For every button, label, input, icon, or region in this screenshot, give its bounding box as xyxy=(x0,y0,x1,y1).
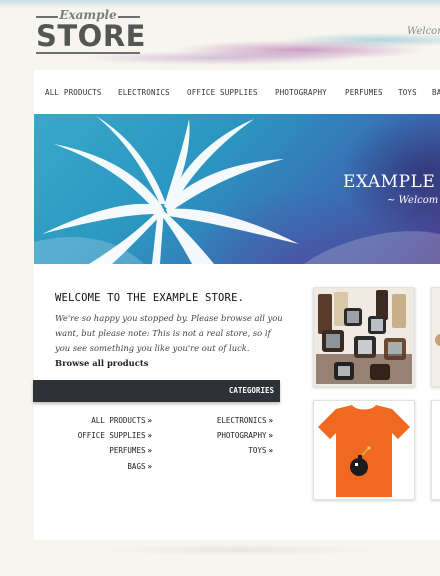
product-thumbnail-watches[interactable] xyxy=(313,287,415,387)
hero-subtitle: ~ Welcom xyxy=(387,195,439,206)
nav-item-toys[interactable]: TOYS xyxy=(398,88,417,97)
chevron-right-icon: » xyxy=(147,431,152,440)
nav-item-all-products[interactable]: ALL PRODUCTS xyxy=(45,88,102,97)
category-link-photography[interactable]: PHOTOGRAPHY» xyxy=(217,431,273,440)
intro-paragraph: We're so happy you stopped by. Please br… xyxy=(55,311,285,371)
footer-paint-decoration xyxy=(0,532,440,576)
main-navigation: ALL PRODUCTS ELECTRONICS OFFICE SUPPLIES… xyxy=(34,70,440,114)
category-label: BAGS xyxy=(127,462,146,471)
product-thumbnail-partial[interactable] xyxy=(431,287,440,387)
intro-text: We're so happy you stopped by. Please br… xyxy=(55,313,283,353)
nav-item-electronics[interactable]: ELECTRONICS xyxy=(118,88,170,97)
category-label: OFFICE SUPPLIES xyxy=(77,431,146,440)
chevron-right-icon: » xyxy=(147,416,152,425)
nav-item-bags[interactable]: BA xyxy=(432,88,440,97)
chevron-right-icon: » xyxy=(147,462,152,471)
category-link-toys[interactable]: TOYS» xyxy=(248,446,273,455)
category-link-bags[interactable]: BAGS» xyxy=(127,462,152,471)
browse-all-products-link[interactable]: Browse all products xyxy=(55,358,148,368)
category-label: PHOTOGRAPHY xyxy=(216,431,267,440)
tshirt-image xyxy=(314,401,414,499)
header-welcome-text: Welcom xyxy=(407,26,440,37)
category-label: ALL PRODUCTS xyxy=(91,416,146,425)
product-thumbnail-partial[interactable] xyxy=(431,400,440,500)
category-link-perfumes[interactable]: PERFUMES» xyxy=(109,446,152,455)
product-image xyxy=(432,288,440,386)
chevron-right-icon: » xyxy=(268,431,273,440)
product-thumbnail-tshirt[interactable] xyxy=(313,400,415,500)
logo-tagline: Example xyxy=(36,8,140,22)
hero-title: EXAMPLE S xyxy=(343,172,440,192)
category-label: TOYS xyxy=(248,446,267,455)
category-link-electronics[interactable]: ELECTRONICS» xyxy=(217,416,273,425)
nav-item-office-supplies[interactable]: OFFICE SUPPLIES xyxy=(187,88,258,97)
chevron-right-icon: » xyxy=(268,416,273,425)
store-logo[interactable]: Example STORE xyxy=(36,8,146,54)
nav-item-photography[interactable]: PHOTOGRAPHY xyxy=(275,88,327,97)
category-link-office-supplies[interactable]: OFFICE SUPPLIES» xyxy=(78,431,152,440)
nav-item-perfumes[interactable]: PERFUMES xyxy=(345,88,383,97)
category-label: ELECTRONICS xyxy=(216,416,267,425)
chevron-right-icon: » xyxy=(268,446,273,455)
watches-image xyxy=(314,288,414,386)
logo-wordmark: STORE xyxy=(36,19,146,53)
category-link-all-products[interactable]: ALL PRODUCTS» xyxy=(91,416,152,425)
product-image xyxy=(432,401,440,499)
chevron-right-icon: » xyxy=(147,446,152,455)
category-label: PERFUMES xyxy=(109,446,146,455)
page-title: WELCOME TO THE EXAMPLE STORE. xyxy=(55,292,245,304)
hero-banner[interactable]: EXAMPLE S ~ Welcom xyxy=(34,114,440,264)
categories-header-label: CATEGORIES xyxy=(228,386,274,395)
categories-header: CATEGORIES xyxy=(33,380,280,402)
